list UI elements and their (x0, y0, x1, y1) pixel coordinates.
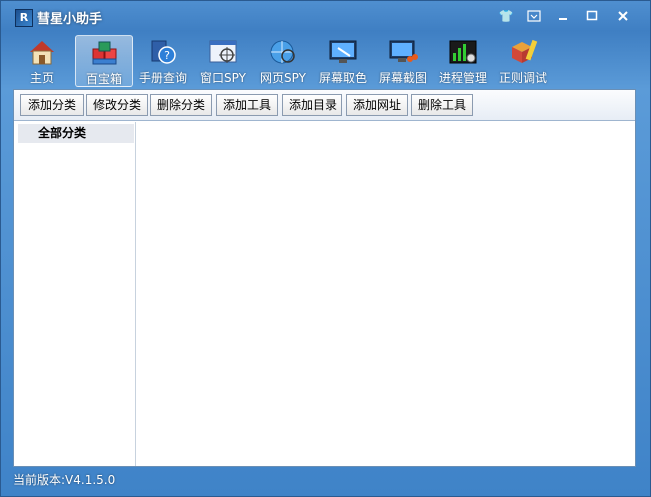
title-bar[interactable]: R 彗星小助手 👕 (1, 1, 650, 31)
toolbox-icon (92, 41, 117, 65)
menu-button[interactable] (523, 7, 545, 25)
app-logo-icon: R (15, 9, 33, 27)
skin-button[interactable]: 👕 (495, 7, 517, 25)
maximize-button[interactable] (581, 7, 603, 25)
version-status: 当前版本:V4.1.5.0 (13, 473, 116, 487)
regex-debug-icon (512, 39, 538, 63)
category-sidebar: 全部分类 (16, 122, 136, 466)
close-icon (618, 11, 628, 21)
tab-label: 主页 (29, 71, 54, 85)
category-all[interactable]: 全部分类 (18, 124, 134, 143)
tab-label: 窗口SPY (200, 71, 246, 85)
app-title: 彗星小助手 (37, 12, 103, 27)
tab-screen-color-pick[interactable]: 屏幕取色 (314, 35, 372, 87)
tab-web-spy[interactable]: 网页SPY (254, 35, 312, 87)
tab-label: 网页SPY (260, 71, 306, 85)
delete-tool-button[interactable]: 删除工具 (411, 94, 473, 116)
tab-toolbox[interactable]: 百宝箱 (75, 35, 133, 87)
tab-process-manager[interactable]: 进程管理 (434, 35, 492, 87)
tab-screenshot[interactable]: 屏幕截图 (374, 35, 432, 87)
tab-label: 手册查询 (138, 71, 187, 85)
delete-category-button[interactable]: 删除分类 (150, 94, 212, 116)
add-category-button[interactable]: 添加分类 (20, 94, 84, 116)
tool-list-panel[interactable] (137, 122, 635, 466)
add-tool-button[interactable]: 添加工具 (216, 94, 278, 116)
content-panel: 添加分类 修改分类 删除分类 添加工具 添加目录 添加网址 删除工具 全部分类 (13, 89, 636, 467)
help-book-icon: ? (151, 40, 176, 64)
color-picker-icon (329, 40, 357, 63)
command-toolbar: 添加分类 修改分类 删除分类 添加工具 添加目录 添加网址 删除工具 (14, 90, 635, 121)
edit-category-button[interactable]: 修改分类 (86, 94, 148, 116)
tab-label: 正则调试 (498, 71, 547, 85)
tab-label: 百宝箱 (85, 72, 122, 86)
add-directory-button[interactable]: 添加目录 (282, 94, 342, 116)
tab-home[interactable]: 主页 (13, 35, 71, 87)
maximize-icon (586, 10, 598, 21)
screenshot-icon (389, 40, 418, 62)
close-button[interactable] (612, 7, 634, 25)
svg-text:?: ? (164, 49, 170, 62)
tab-window-spy[interactable]: 窗口SPY (194, 35, 252, 87)
web-spy-icon (270, 40, 295, 64)
tab-label: 屏幕截图 (378, 71, 427, 85)
window-spy-icon (209, 40, 237, 63)
tab-manual-query[interactable]: ? 手册查询 (134, 35, 192, 87)
tab-regex-debug[interactable]: 正则调试 (494, 35, 552, 87)
home-icon (30, 41, 54, 65)
add-url-button[interactable]: 添加网址 (346, 94, 408, 116)
skin-icon: 👕 (498, 9, 514, 23)
tab-label: 进程管理 (438, 71, 487, 85)
minimize-icon (559, 18, 567, 20)
app-window: R 彗星小助手 👕 主页 百宝箱 ? 手册查询 窗口SPY 网页SPY 屏幕取色… (0, 0, 651, 497)
minimize-button[interactable] (552, 7, 574, 25)
tab-label: 屏幕取色 (318, 71, 367, 85)
process-manager-icon (449, 40, 477, 64)
menu-icon (527, 10, 541, 22)
